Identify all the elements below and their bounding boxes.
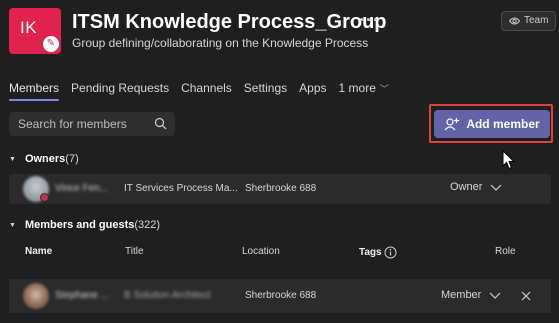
status-busy-icon <box>40 193 49 202</box>
tab-pending-requests[interactable]: Pending Requests <box>71 81 169 101</box>
add-person-icon <box>444 118 460 131</box>
team-description: Group defining/collaborating on the Know… <box>72 36 369 50</box>
search-input[interactable] <box>18 112 148 136</box>
column-title[interactable]: Title <box>125 246 144 257</box>
members-count: (322) <box>134 219 161 231</box>
tab-more-label: 1 more <box>338 81 376 95</box>
member-location: Sherbrooke 688 <box>245 290 317 301</box>
column-tags[interactable]: Tags <box>359 247 382 258</box>
member-search <box>9 112 175 136</box>
owner-row[interactable]: Vince Fen... IT Services Process Ma... S… <box>9 174 551 204</box>
member-location: Sherbrooke 688 <box>245 183 317 194</box>
owners-section-header[interactable]: ▼ Owners(7) <box>9 153 79 165</box>
member-title: IT Services Process Ma... <box>124 183 238 194</box>
add-member-button[interactable]: Add member <box>434 110 550 138</box>
chevron-down-icon <box>490 184 502 191</box>
column-role[interactable]: Role <box>495 246 516 257</box>
team-avatar[interactable]: IK ✎ <box>9 8 61 54</box>
team-badge-label: Team <box>524 15 549 26</box>
edit-pencil-icon[interactable]: ✎ <box>43 36 59 52</box>
role-label: Owner <box>450 181 483 193</box>
team-type-badge: Team <box>501 11 557 31</box>
role-label: Member <box>441 289 482 301</box>
search-icon[interactable] <box>154 117 167 130</box>
collapse-caret-icon: ▼ <box>9 221 16 229</box>
tab-settings[interactable]: Settings <box>244 81 287 101</box>
more-options-icon[interactable]: ··· <box>359 10 380 31</box>
role-dropdown[interactable]: Member <box>441 289 501 301</box>
tab-more[interactable]: 1 more ﹀ <box>339 81 389 101</box>
member-name: Stephane ... <box>55 290 109 301</box>
tab-members[interactable]: Members <box>9 81 60 101</box>
tab-channels[interactable]: Channels <box>181 81 232 101</box>
avatar <box>23 283 49 309</box>
remove-member-icon[interactable] <box>521 291 531 301</box>
collapse-caret-icon: ▼ <box>9 155 16 163</box>
owners-count: (7) <box>65 153 79 165</box>
members-section-header[interactable]: ▼ Members and guests(322) <box>9 219 160 231</box>
tab-bar: Members Pending Requests Channels Settin… <box>9 81 401 101</box>
column-location[interactable]: Location <box>242 246 280 257</box>
role-dropdown[interactable]: Owner <box>450 181 502 193</box>
tab-apps[interactable]: Apps <box>299 81 326 101</box>
info-icon[interactable] <box>384 246 397 259</box>
column-name[interactable]: Name <box>25 246 52 257</box>
eye-icon <box>509 17 520 25</box>
members-title: Members and guests <box>24 219 135 231</box>
add-member-label: Add member <box>466 117 540 131</box>
mouse-cursor-icon <box>502 150 516 170</box>
members-column-headers: Name Title Location Tags Role <box>0 245 559 261</box>
team-initials: IK <box>20 18 38 37</box>
owners-title: Owners <box>24 153 66 165</box>
team-name: ITSM Knowledge Process_Group <box>72 11 387 33</box>
chevron-down-icon: ﹀ <box>379 84 389 94</box>
member-name: Vince Fen... <box>55 183 109 194</box>
chevron-down-icon <box>489 292 501 299</box>
member-title: B Solution Architect <box>124 290 211 301</box>
member-row[interactable]: Stephane ... B Solution Architect Sherbr… <box>9 279 551 313</box>
